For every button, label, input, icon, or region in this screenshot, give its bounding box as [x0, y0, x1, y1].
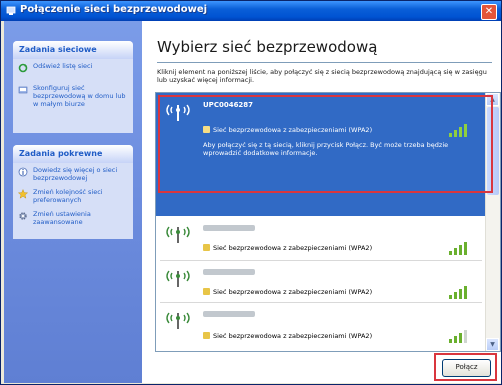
task-label: Skonfiguruj sieć bezprzewodową w domu lu…: [33, 84, 126, 108]
sidebar: Zadania sieciowe Odśwież listę sieci Sko…: [4, 21, 142, 383]
advanced-settings-link[interactable]: Zmień ustawienia zaawansowane: [13, 207, 133, 229]
network-item[interactable]: Sieć bezprzewodowa z zabezpieczeniami (W…: [156, 303, 486, 351]
info-icon: [18, 167, 28, 177]
security-label: Sieć bezprzewodowa z zabezpieczeniami (W…: [213, 244, 373, 252]
change-order-link[interactable]: Zmień kolejność sieci preferowanych: [13, 185, 133, 207]
network-name-redacted: [203, 311, 255, 317]
divider: [157, 62, 492, 63]
close-button[interactable]: ✕: [481, 4, 497, 20]
task-label: Zmień ustawienia zaawansowane: [33, 210, 91, 226]
highlight-connect-button: [434, 353, 497, 381]
page-title: Wybierz sieć bezprzewodową: [157, 38, 378, 56]
network-item[interactable]: Sieć bezprzewodowa z zabezpieczeniami (W…: [156, 261, 486, 301]
network-security: Sieć bezprzewodowa z zabezpieczeniami (W…: [203, 332, 372, 340]
highlight-selected-network: [158, 95, 493, 193]
window-title: Połączenie sieci bezprzewodowej: [20, 4, 208, 15]
close-icon: ✕: [484, 6, 494, 17]
security-label: Sieć bezprzewodowa z zabezpieczeniami (W…: [213, 332, 373, 340]
signal-strength-icon: [449, 286, 467, 299]
main-content: Wybierz sieć bezprzewodową Kliknij eleme…: [142, 21, 501, 383]
scroll-down-button[interactable]: ▼: [486, 338, 499, 351]
task-label: Zmień kolejność sieci preferowanych: [33, 188, 103, 204]
lock-icon: [203, 288, 210, 295]
chevron-down-icon: ▼: [490, 341, 495, 348]
network-name-redacted: [203, 225, 255, 231]
wireless-network-icon: [166, 312, 190, 329]
wireless-network-icon: [166, 270, 190, 287]
lock-icon: [203, 244, 210, 251]
panel-title: Zadania pokrewne: [13, 145, 133, 163]
network-tasks-panel: Zadania sieciowe Odśwież listę sieci Sko…: [13, 41, 133, 133]
panel-title: Zadania sieciowe: [13, 41, 133, 59]
wireless-connection-window: Połączenie sieci bezprzewodowej ✕ Zadani…: [0, 0, 502, 385]
lock-icon: [203, 332, 210, 339]
title-bar[interactable]: Połączenie sieci bezprzewodowej ✕: [1, 1, 501, 21]
network-name-redacted: [203, 269, 255, 275]
related-tasks-panel: Zadania pokrewne Dowiedz się więcej o si…: [13, 145, 133, 239]
learn-wireless-link[interactable]: Dowiedz się więcej o sieci bezprzewodowe…: [13, 163, 133, 185]
setup-icon: [18, 86, 28, 94]
signal-strength-icon: [449, 242, 467, 255]
network-security: Sieć bezprzewodowa z zabezpieczeniami (W…: [203, 244, 372, 252]
refresh-network-list-link[interactable]: Odśwież listę sieci: [13, 59, 133, 73]
description: Kliknij element na poniższej liście, aby…: [157, 68, 487, 84]
setup-wireless-link[interactable]: Skonfiguruj sieć bezprzewodową w domu lu…: [13, 81, 133, 111]
network-icon: [6, 6, 16, 15]
task-label: Dowiedz się więcej o sieci bezprzewodowe…: [33, 166, 118, 182]
network-security: Sieć bezprzewodowa z zabezpieczeniami (W…: [203, 288, 372, 296]
wireless-network-icon: [166, 226, 190, 243]
task-label: Odśwież listę sieci: [33, 62, 93, 70]
refresh-icon: [18, 63, 28, 73]
network-item[interactable]: Sieć bezprzewodowa z zabezpieczeniami (W…: [156, 219, 486, 259]
gear-icon: [19, 212, 27, 220]
star-icon: [18, 189, 28, 199]
security-label: Sieć bezprzewodowa z zabezpieczeniami (W…: [213, 288, 373, 296]
signal-strength-icon: [449, 330, 467, 343]
